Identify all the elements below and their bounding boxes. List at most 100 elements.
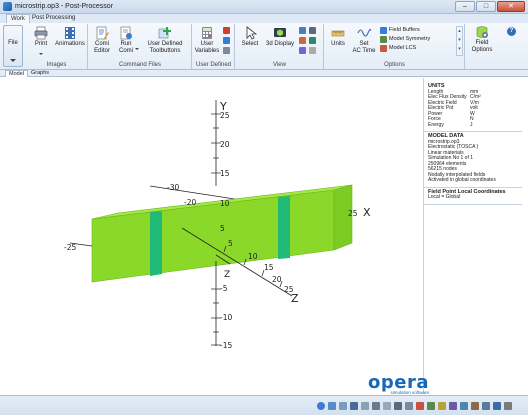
- tab-work[interactable]: Work: [6, 14, 30, 23]
- view-tool-icon-5[interactable]: [299, 47, 306, 54]
- y-tick-label: 25: [220, 111, 230, 120]
- model-3d-view[interactable]: Y X Z Z 25 20 15 10 5 -5 -10 -15 -30 -25…: [2, 78, 422, 394]
- sine-wave-icon: [357, 28, 371, 37]
- z-tick-label: 20: [272, 275, 282, 284]
- zoom-box-icon[interactable]: [350, 402, 358, 410]
- set-ac-time-label: Set AC Time: [352, 41, 376, 54]
- rotate-icon[interactable]: [317, 402, 325, 410]
- tab-model[interactable]: Model: [5, 70, 28, 77]
- help-icon[interactable]: ?: [507, 27, 516, 36]
- y-tick-label: -15: [220, 341, 232, 350]
- view-tab-bar: Model Graphs: [0, 70, 528, 77]
- user-defined-tool-icon-1[interactable]: [223, 27, 230, 34]
- user-defined-toolbuttons-button[interactable]: User Defined Toolbuttons: [139, 26, 191, 55]
- set-ac-time-button[interactable]: Set AC Time: [351, 26, 377, 55]
- field-options-icon: [476, 26, 488, 38]
- editor-icon: [96, 26, 109, 40]
- user-variables-button[interactable]: User Variables: [194, 26, 220, 55]
- view-tool-icon-6[interactable]: [309, 47, 316, 54]
- view-tool-icon-2[interactable]: [309, 27, 316, 34]
- zoom-icon[interactable]: [328, 402, 336, 410]
- maximize-button[interactable]: □: [476, 1, 496, 12]
- view-front-icon[interactable]: [372, 402, 380, 410]
- y-tick-label: 10: [220, 199, 230, 208]
- window-controls: – □ ✕: [455, 1, 525, 12]
- file-label: File: [8, 40, 18, 46]
- symmetry-icon: [380, 35, 387, 43]
- view-iso-icon[interactable]: [405, 402, 413, 410]
- user-defined-tool-icon-3[interactable]: [223, 47, 230, 54]
- pan-icon[interactable]: [339, 402, 347, 410]
- model-lcs-label: Model LCS: [389, 45, 417, 51]
- app-icon: [3, 2, 12, 11]
- model-symmetry-button[interactable]: Model Symmetry: [380, 35, 430, 43]
- model-symmetry-label: Model Symmetry: [389, 36, 431, 42]
- user-defined-tool-icon-2[interactable]: [223, 37, 230, 44]
- y-tick-label: 5: [220, 224, 225, 233]
- run-comi-button[interactable]: Run Comi: [115, 26, 139, 55]
- file-menu-button[interactable]: File: [3, 25, 23, 67]
- divider: [424, 186, 522, 188]
- background-icon[interactable]: [482, 402, 490, 410]
- chevron-down-icon: [10, 59, 16, 62]
- model-viewport[interactable]: Y X Z Z 25 20 15 10 5 -5 -10 -15 -30 -25…: [2, 78, 422, 394]
- run-script-icon: [120, 26, 132, 40]
- perspective-icon[interactable]: [449, 402, 457, 410]
- minimize-button[interactable]: –: [455, 1, 475, 12]
- view-side-icon[interactable]: [394, 402, 402, 410]
- printer-icon: [34, 26, 48, 40]
- comi-editor-button[interactable]: Comi Editor: [91, 26, 113, 55]
- field-buffers-button[interactable]: Field Buffers: [380, 26, 420, 34]
- group-label-user-defined: User Defined: [195, 62, 231, 68]
- clip-plane-icon[interactable]: [460, 402, 468, 410]
- conductor-strip-right: [278, 196, 290, 259]
- units-row: Energy J: [428, 121, 526, 129]
- light-icon[interactable]: [438, 402, 446, 410]
- view-tool-icon-1[interactable]: [299, 27, 306, 34]
- group-label-command-files: Command Files: [118, 62, 161, 68]
- group-user-defined: User Variables User Defined: [193, 24, 235, 69]
- print-button[interactable]: Print: [29, 26, 53, 55]
- field-options-button[interactable]: Field Options: [468, 25, 496, 54]
- x-tick-label: -30: [167, 183, 179, 192]
- x-tick-label: -25: [64, 243, 76, 252]
- snapshot-icon[interactable]: [471, 402, 479, 410]
- close-button[interactable]: ✕: [497, 1, 525, 12]
- model-lcs-button[interactable]: Model LCS: [380, 44, 416, 52]
- field-buffers-label: Field Buffers: [389, 27, 420, 33]
- select-button[interactable]: Select: [238, 26, 262, 48]
- settings-icon[interactable]: [504, 402, 512, 410]
- z-axis-letter-small: Z: [224, 270, 230, 280]
- tab-post-processing[interactable]: Post Processing: [28, 14, 79, 23]
- status-bar: [0, 395, 528, 415]
- zoom-fit-icon[interactable]: [361, 402, 369, 410]
- ruler-icon: [331, 30, 345, 37]
- group-options: Units Set AC Time Field Buffers Model Sy…: [325, 24, 465, 69]
- comi-editor-label: Comi Editor: [94, 41, 110, 54]
- animations-button[interactable]: Animations: [55, 26, 85, 48]
- axes-toggle-icon[interactable]: [416, 402, 424, 410]
- view-top-icon[interactable]: [383, 402, 391, 410]
- unit-value: J: [470, 121, 473, 128]
- y-tick-label: -10: [220, 313, 232, 322]
- z-tick-label: 10: [248, 252, 258, 261]
- toolbutton-add-icon: [158, 27, 171, 39]
- print-label: Print: [34, 41, 48, 47]
- x-tick-label: -20: [184, 198, 196, 207]
- view-tool-icon-3[interactable]: [299, 37, 306, 44]
- tab-graphs[interactable]: Graphs: [28, 70, 52, 77]
- 3d-display-button[interactable]: 3d Display: [264, 26, 296, 48]
- y-tick-label: 20: [220, 140, 230, 149]
- select-label: Select: [241, 41, 259, 47]
- coordinate-system-icon: [380, 44, 387, 52]
- mesh-toggle-icon[interactable]: [427, 402, 435, 410]
- view-tool-icon-4[interactable]: [309, 37, 316, 44]
- ribbon-tab-bar: Work Post Processing: [0, 14, 528, 23]
- info-panel: UNITS Length mm Elec Flux Density C/m² Ele…: [423, 78, 526, 394]
- units-button[interactable]: Units: [327, 26, 349, 48]
- z-tick-label: 25: [284, 285, 294, 294]
- 3d-display-label: 3d Display: [265, 41, 294, 47]
- z-tick-label: 15: [264, 263, 274, 272]
- options-scroll[interactable]: ▴ ▾ ▾: [456, 26, 463, 56]
- refresh-icon[interactable]: [493, 402, 501, 410]
